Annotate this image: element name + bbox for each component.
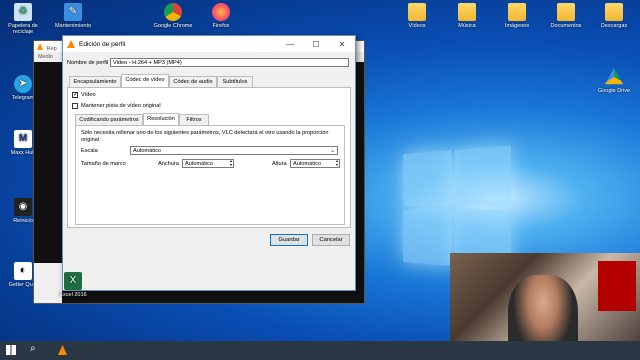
video-codec-panel: ✓ Vídeo Mantener pista de vídeo original… — [67, 87, 351, 228]
profile-name-label: Nombre de perfil — [67, 60, 109, 66]
save-button[interactable]: Guardar — [270, 234, 308, 246]
music-folder-icon — [458, 3, 476, 21]
desktop-icon-mantenimiento[interactable]: ✎ Mantenimiento — [50, 3, 96, 29]
desktop-icon-firefox[interactable]: Firefox — [198, 3, 244, 29]
desktop-icon-imagenes[interactable]: Imágenes — [494, 3, 540, 29]
resolution-panel: Sólo necesita rellenar uno de los siguie… — [75, 125, 345, 225]
desktop-icon-musica[interactable]: Música — [444, 3, 490, 29]
videos-folder-icon — [408, 3, 426, 21]
subtab-resolution[interactable]: Resolución — [143, 113, 179, 125]
desktop-icon-excel[interactable]: X Excel 2016 — [50, 272, 96, 298]
vlc-cone-icon — [37, 43, 43, 50]
vlc-cone-icon — [67, 40, 75, 48]
maximize-icon[interactable]: ☐ — [303, 40, 329, 49]
desktop-icon-videos[interactable]: Vídeos — [394, 3, 440, 29]
app-icon: M — [14, 130, 32, 148]
close-icon[interactable]: ✕ — [329, 40, 355, 49]
excel-icon: X — [64, 272, 82, 290]
chrome-icon — [164, 3, 182, 21]
folder-icon: ✎ — [64, 3, 82, 21]
app2-icon: ◉ — [14, 198, 32, 216]
keep-track-checkbox[interactable] — [72, 103, 78, 109]
tab-encapsulamiento[interactable]: Encapsulamiento — [69, 76, 121, 87]
dialog-titlebar: Edición de perfil — ☐ ✕ — [63, 36, 355, 52]
windows-start-icon[interactable] — [6, 345, 16, 355]
minimize-icon[interactable]: — — [277, 40, 303, 49]
width-label: Anchura — [158, 161, 179, 167]
height-spinbox[interactable]: Automático ▴ ▾ — [290, 159, 340, 168]
vlc-taskbar-icon[interactable] — [58, 345, 67, 355]
pictures-folder-icon — [508, 3, 526, 21]
scale-select[interactable]: Automático ⌄ — [130, 146, 338, 155]
desktop-icon-chrome[interactable]: Google Chrome — [150, 3, 196, 29]
tab-video-codec[interactable]: Códec de vídeo — [121, 74, 169, 87]
tab-subtitles[interactable]: Subtítulos — [217, 76, 253, 87]
search-icon[interactable]: ⌕ — [30, 343, 36, 354]
scale-label: Escala — [81, 148, 98, 154]
frame-size-label: Tamaño de marco — [81, 161, 126, 167]
dialog-title: Edición de perfil — [79, 40, 126, 48]
keep-track-label: Mantener pista de vídeo original — [81, 103, 161, 109]
chevron-down-icon: ⌄ — [330, 148, 335, 154]
resolution-info-text: Sólo necesita rellenar uno de los siguie… — [81, 130, 329, 143]
wall-poster — [598, 261, 636, 311]
app3-icon: ◐ — [14, 262, 32, 280]
desktop-icon-google-drive[interactable]: Google Drive — [591, 68, 637, 94]
desktop-icon-recycle-bin[interactable]: ♻ Papelera de reciclaje — [0, 3, 46, 35]
desktop-icon-documentos[interactable]: Documentos — [543, 3, 589, 29]
firefox-icon — [212, 3, 230, 21]
telegram-icon: ➤ — [14, 75, 32, 93]
video-checkbox-label: Vídeo — [81, 92, 96, 98]
subtab-filters[interactable]: Filtros — [179, 114, 209, 125]
documents-folder-icon — [557, 3, 575, 21]
taskbar: ⌕ — [0, 341, 640, 360]
spinner-icon[interactable]: ▴ ▾ — [230, 160, 232, 167]
width-spinbox[interactable]: Automático ▴ ▾ — [182, 159, 234, 168]
profile-name-input[interactable]: Video - H.264 + MP3 (MP4) — [110, 58, 349, 67]
profile-edit-dialog[interactable]: Edición de perfil — ☐ ✕ Nombre de perfil… — [62, 35, 356, 291]
google-drive-icon — [605, 68, 623, 85]
height-label: Altura — [272, 161, 287, 167]
tab-audio-codec[interactable]: Códec de audio — [169, 76, 217, 87]
video-checkbox[interactable]: ✓ — [72, 92, 78, 98]
spinner-icon[interactable]: ▴ ▾ — [336, 160, 338, 167]
desktop-icon-descargas[interactable]: Descargas — [591, 3, 637, 29]
downloads-folder-icon — [605, 3, 623, 21]
subtab-encoding-params[interactable]: Codificando parámetros — [75, 114, 143, 125]
recycle-bin-icon: ♻ — [14, 3, 32, 21]
cancel-button[interactable]: Cancelar — [312, 234, 350, 246]
